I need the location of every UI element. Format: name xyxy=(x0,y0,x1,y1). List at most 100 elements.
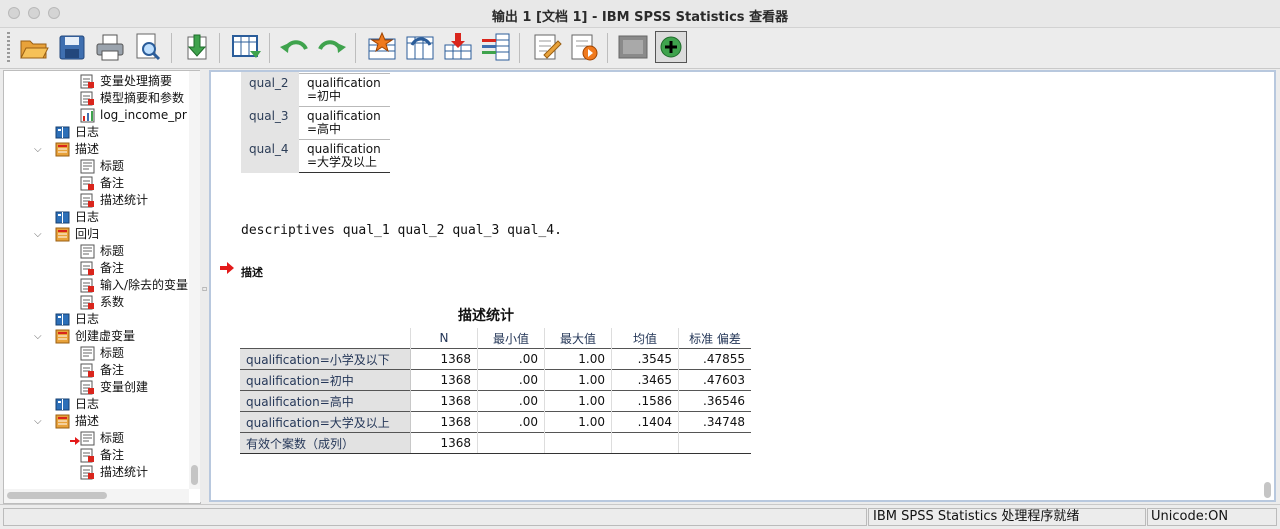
value-cell: qualification =高中 xyxy=(299,106,390,140)
value-cell: qualification =初中 xyxy=(299,73,390,107)
outline-item-label: 日志 xyxy=(75,397,100,411)
expand-toggle[interactable]: ⌵ xyxy=(34,230,44,240)
section-icon xyxy=(55,414,70,429)
value-cell: .00 xyxy=(477,390,545,412)
print-button[interactable] xyxy=(94,31,126,63)
redo-icon xyxy=(318,40,346,53)
outline-pane[interactable]: 变量处理摘要 模型摘要和参数 log_income_pr 日志 ⌵ 描述 标题 备注 描述统计日… xyxy=(3,70,201,504)
redo-button[interactable] xyxy=(316,31,348,63)
outline-item-label: 备注 xyxy=(100,363,125,377)
content-scroll-thumb[interactable] xyxy=(1264,482,1271,498)
expand-toggle[interactable]: ⌵ xyxy=(34,332,44,342)
toolbar xyxy=(0,28,1280,69)
value-cell: .34748 xyxy=(678,411,751,433)
table-icon xyxy=(80,74,95,89)
goto-data-button[interactable] xyxy=(230,31,262,63)
syntax-log: descriptives qual_1 qual_2 qual_3 qual_4… xyxy=(241,223,562,238)
insert-variable-button[interactable] xyxy=(442,31,474,63)
notes-icon xyxy=(80,261,95,276)
outline-item-label: 描述 xyxy=(75,414,100,428)
log-icon xyxy=(55,312,70,327)
column-header: 最大值 xyxy=(544,328,612,349)
open-button[interactable] xyxy=(18,31,50,63)
chart-icon xyxy=(80,108,95,123)
outline-item-label: 标题 xyxy=(100,346,125,360)
table-row: qual_2 qualification =初中 xyxy=(241,73,390,107)
row-label-cell: qualification=小学及以下 xyxy=(240,348,411,370)
column-header xyxy=(240,328,411,349)
value-cell: .00 xyxy=(477,411,545,433)
insert-variable-icon xyxy=(444,33,472,60)
table-row[interactable]: qualification=高中 1368.00 1.00.1586.36546 xyxy=(240,390,751,412)
status-bar: IBM SPSS Statistics 处理程序就绪 Unicode:ON xyxy=(0,504,1280,529)
log-icon xyxy=(55,210,70,225)
splitter-handle[interactable]: ▫ xyxy=(202,284,207,293)
outline-item-label: 备注 xyxy=(100,261,125,275)
window-title: 输出 1 [文档 1] - IBM SPSS Statistics 查看器 xyxy=(491,10,789,25)
expand-toggle[interactable]: ⌵ xyxy=(34,145,44,155)
goto-variable-icon xyxy=(406,36,434,60)
outline-vertical-scroll-thumb[interactable] xyxy=(191,465,198,485)
toolbar-separator xyxy=(171,33,172,63)
value-cell xyxy=(477,432,545,454)
value-cell: .47855 xyxy=(678,348,751,370)
section-icon xyxy=(55,329,70,344)
print-preview-button[interactable] xyxy=(132,31,164,63)
value-cell: 1368 xyxy=(410,348,478,370)
encoding-status: Unicode:ON xyxy=(1147,508,1277,526)
section-icon xyxy=(55,142,70,157)
section-title: 描述 xyxy=(241,266,263,279)
descriptive-stats-table[interactable]: N 最小值 最大值 均值 标准 偏差 qualification=小学及以下 1368.0… xyxy=(240,328,751,454)
value-cell: 1.00 xyxy=(544,348,612,370)
toolbar-separator xyxy=(269,33,270,63)
table-row: qual_3 qualification =高中 xyxy=(241,106,390,140)
print-preview-icon xyxy=(136,33,161,61)
current-item-arrow-icon xyxy=(70,434,80,445)
table-row[interactable]: qualification=初中 1368.00 1.00.3465.47603 xyxy=(240,369,751,391)
goto-case-button[interactable] xyxy=(366,31,398,63)
outline-horizontal-scroll-thumb[interactable] xyxy=(7,492,107,499)
outline-item-label: 日志 xyxy=(75,312,100,326)
title-icon xyxy=(80,346,95,361)
section-icon xyxy=(55,227,70,242)
log-icon xyxy=(55,125,70,140)
value-cell: .47603 xyxy=(678,369,751,391)
notes-icon xyxy=(80,176,95,191)
outline-vertical-scrollbar[interactable] xyxy=(189,71,200,489)
table-row[interactable]: 有效个案数（成列） 1368 xyxy=(240,432,751,454)
save-button[interactable] xyxy=(56,31,88,63)
designate-window-button[interactable] xyxy=(655,31,687,63)
row-header-cell: qual_2 xyxy=(241,73,299,107)
save-icon xyxy=(59,35,85,60)
table-row[interactable]: qualification=小学及以下 1368.00 1.00.3545.4785… xyxy=(240,348,751,370)
toolbar-separator xyxy=(519,33,520,63)
table-header-row: N 最小值 最大值 均值 标准 偏差 xyxy=(240,328,751,349)
new-heading-icon xyxy=(534,34,562,60)
row-label-cell: qualification=初中 xyxy=(240,369,411,391)
new-heading-button[interactable] xyxy=(530,31,562,63)
table-icon xyxy=(80,465,95,480)
new-title-button[interactable] xyxy=(568,31,600,63)
table-icon xyxy=(80,278,95,293)
insert-cases-button[interactable] xyxy=(480,31,512,63)
export-button[interactable] xyxy=(180,31,212,63)
value-cell: .3545 xyxy=(611,348,679,370)
print-icon xyxy=(96,34,124,61)
toolbar-grip[interactable] xyxy=(7,32,10,64)
content-pane[interactable]: =小学及以下qual_2qualification=初中qual_3qualif… xyxy=(209,70,1276,502)
export-icon xyxy=(187,34,207,60)
outline-item-label: 模型摘要和参数 xyxy=(100,91,185,105)
outline-horizontal-scrollbar[interactable] xyxy=(4,489,189,503)
undo-button[interactable] xyxy=(278,31,310,63)
notes-icon xyxy=(80,448,95,463)
goto-variable-button[interactable] xyxy=(404,31,436,63)
value-cell xyxy=(544,432,612,454)
value-cell: 1368 xyxy=(410,390,478,412)
goto-data-icon xyxy=(232,35,261,58)
new-title-icon xyxy=(571,34,598,61)
toolbar-separator xyxy=(219,33,220,63)
expand-toggle[interactable]: ⌵ xyxy=(34,417,44,427)
hide-button[interactable] xyxy=(617,31,649,63)
table-row[interactable]: qualification=大学及以上 1368.00 1.00.1404.3474… xyxy=(240,411,751,433)
outline-item-label: 回归 xyxy=(75,227,100,241)
